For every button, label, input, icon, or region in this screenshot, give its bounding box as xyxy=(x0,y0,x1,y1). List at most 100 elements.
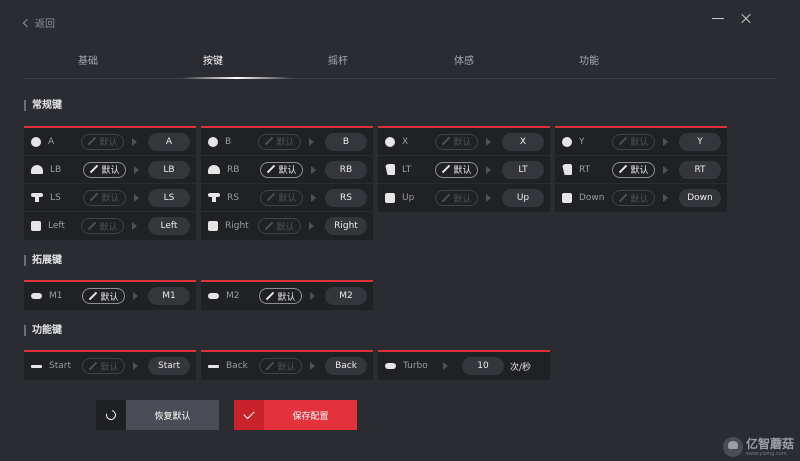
default-label: 默认 xyxy=(277,362,296,373)
button-name: Right xyxy=(225,221,249,231)
section-title-extended: 拓展键 xyxy=(24,255,62,266)
back-label: 返回 xyxy=(35,19,55,30)
pencil-icon xyxy=(265,362,274,371)
key-row: Y 默认 Y xyxy=(555,128,727,156)
close-icon[interactable] xyxy=(740,12,752,24)
pencil-icon xyxy=(441,194,450,203)
default-toggle[interactable]: 默认 xyxy=(81,218,124,234)
turbo-rate-input[interactable]: 10 xyxy=(462,357,504,375)
pencil-icon xyxy=(264,137,273,146)
mapped-key-button[interactable]: RB xyxy=(325,160,367,179)
default-label: 默认 xyxy=(453,138,472,148)
stick-icon xyxy=(208,193,220,202)
default-toggle[interactable]: 默认 xyxy=(81,133,124,150)
mapped-key-button[interactable]: A xyxy=(148,132,190,151)
mapped-key-button[interactable]: M2 xyxy=(325,287,367,305)
watermark-title: 亿智蘑菇 xyxy=(745,436,794,451)
arrow-right-icon xyxy=(310,292,315,300)
circle-icon xyxy=(385,136,395,147)
default-toggle[interactable]: 默认 xyxy=(258,133,301,150)
button-name: M1 xyxy=(49,291,63,301)
mapped-key-button[interactable]: X xyxy=(502,132,544,151)
default-toggle[interactable]: 默认 xyxy=(83,161,126,178)
key-row: X 默认 X xyxy=(378,128,550,156)
arrow-right-icon xyxy=(309,222,314,230)
square-icon xyxy=(385,193,395,203)
watermark: 亿智蘑菇 www.yizmg.com xyxy=(722,436,794,457)
minimize-icon[interactable] xyxy=(712,12,724,24)
trigger-icon xyxy=(385,164,395,175)
mapped-key-button[interactable]: LT xyxy=(502,160,544,179)
default-toggle[interactable]: 默认 xyxy=(435,161,478,178)
tab-joystick[interactable]: 摇杆 xyxy=(328,52,348,67)
save-config-button[interactable]: 保存配置 xyxy=(234,400,357,430)
button-card: A 默认 A LB 默认 LB LS 默认 LS Left 默认 Left xyxy=(24,126,196,240)
default-toggle[interactable]: 默认 xyxy=(612,133,655,150)
restore-default-button[interactable]: 恢复默认 xyxy=(96,400,219,430)
pencil-icon xyxy=(87,137,96,146)
default-toggle[interactable]: 默认 xyxy=(259,358,302,374)
default-label: 默认 xyxy=(453,166,472,176)
mapped-key-button[interactable]: RT xyxy=(679,160,721,179)
arrow-right-icon xyxy=(486,165,491,174)
button-name: RB xyxy=(227,164,240,175)
button-card: M2 默认 M2 xyxy=(201,280,373,310)
stick-icon xyxy=(31,193,43,202)
mapped-key-button[interactable]: Start xyxy=(148,357,190,375)
arrow-right-icon xyxy=(309,137,314,146)
mapped-key-button[interactable]: Y xyxy=(679,132,721,151)
pill-icon xyxy=(385,363,396,369)
mapped-key-button[interactable]: Back xyxy=(325,357,367,375)
arrow-right-icon xyxy=(443,362,448,370)
button-card: Start 默认 Start xyxy=(24,350,196,380)
tab-buttons[interactable]: 按键 xyxy=(203,52,223,67)
button-name: Turbo xyxy=(403,361,428,371)
section-title-normal: 常规键 xyxy=(24,100,62,111)
default-label: 默认 xyxy=(100,292,119,303)
default-toggle[interactable]: 默认 xyxy=(260,189,303,206)
default-toggle[interactable]: 默认 xyxy=(259,288,302,304)
mapped-key-button[interactable]: LS xyxy=(148,188,190,207)
button-name: Back xyxy=(226,361,248,371)
pill-icon xyxy=(208,293,219,299)
key-row: Left 默认 Left xyxy=(24,212,196,240)
default-label: 默认 xyxy=(100,362,119,373)
default-toggle[interactable]: 默认 xyxy=(260,161,303,178)
tab-bar: 基础 按键 摇杆 体感 功能 xyxy=(24,48,776,79)
arrow-right-icon xyxy=(132,222,137,230)
back-button[interactable]: 返回 xyxy=(22,15,55,30)
arrow-right-icon xyxy=(134,165,139,174)
mapped-key-button[interactable]: M1 xyxy=(148,287,190,305)
mapped-key-button[interactable]: Down xyxy=(679,189,721,207)
default-toggle[interactable]: 默认 xyxy=(82,358,125,374)
watermark-url: www.yizmg.com xyxy=(745,450,787,457)
default-label: 默认 xyxy=(101,194,120,204)
pencil-icon xyxy=(89,193,98,202)
mushroom-logo-icon xyxy=(722,437,743,457)
default-toggle[interactable]: 默认 xyxy=(258,218,301,234)
default-toggle[interactable]: 默认 xyxy=(612,161,655,178)
button-name: A xyxy=(48,136,55,147)
tab-function[interactable]: 功能 xyxy=(579,52,599,67)
key-row: Back 默认 Back xyxy=(201,352,373,380)
default-label: 默认 xyxy=(630,194,649,205)
tab-motion[interactable]: 体感 xyxy=(454,52,474,67)
pencil-icon xyxy=(266,165,275,174)
default-toggle[interactable]: 默认 xyxy=(435,133,478,150)
button-name: RT xyxy=(579,164,591,175)
default-toggle[interactable]: 默认 xyxy=(82,288,125,304)
mapped-key-button[interactable]: RS xyxy=(325,188,367,207)
mapped-key-button[interactable]: Up xyxy=(502,189,544,207)
pencil-icon xyxy=(618,194,627,203)
tab-basic[interactable]: 基础 xyxy=(78,52,98,67)
arrow-right-icon xyxy=(311,165,316,174)
default-toggle[interactable]: 默认 xyxy=(83,189,126,206)
mapped-key-button[interactable]: LB xyxy=(148,160,190,179)
mapped-key-button[interactable]: B xyxy=(325,132,367,151)
mapped-key-button[interactable]: Right xyxy=(325,217,367,235)
default-toggle[interactable]: 默认 xyxy=(612,190,655,206)
pencil-icon xyxy=(88,292,97,301)
button-card: Back 默认 Back xyxy=(201,350,373,380)
mapped-key-button[interactable]: Left xyxy=(148,217,190,235)
default-toggle[interactable]: 默认 xyxy=(435,190,478,206)
